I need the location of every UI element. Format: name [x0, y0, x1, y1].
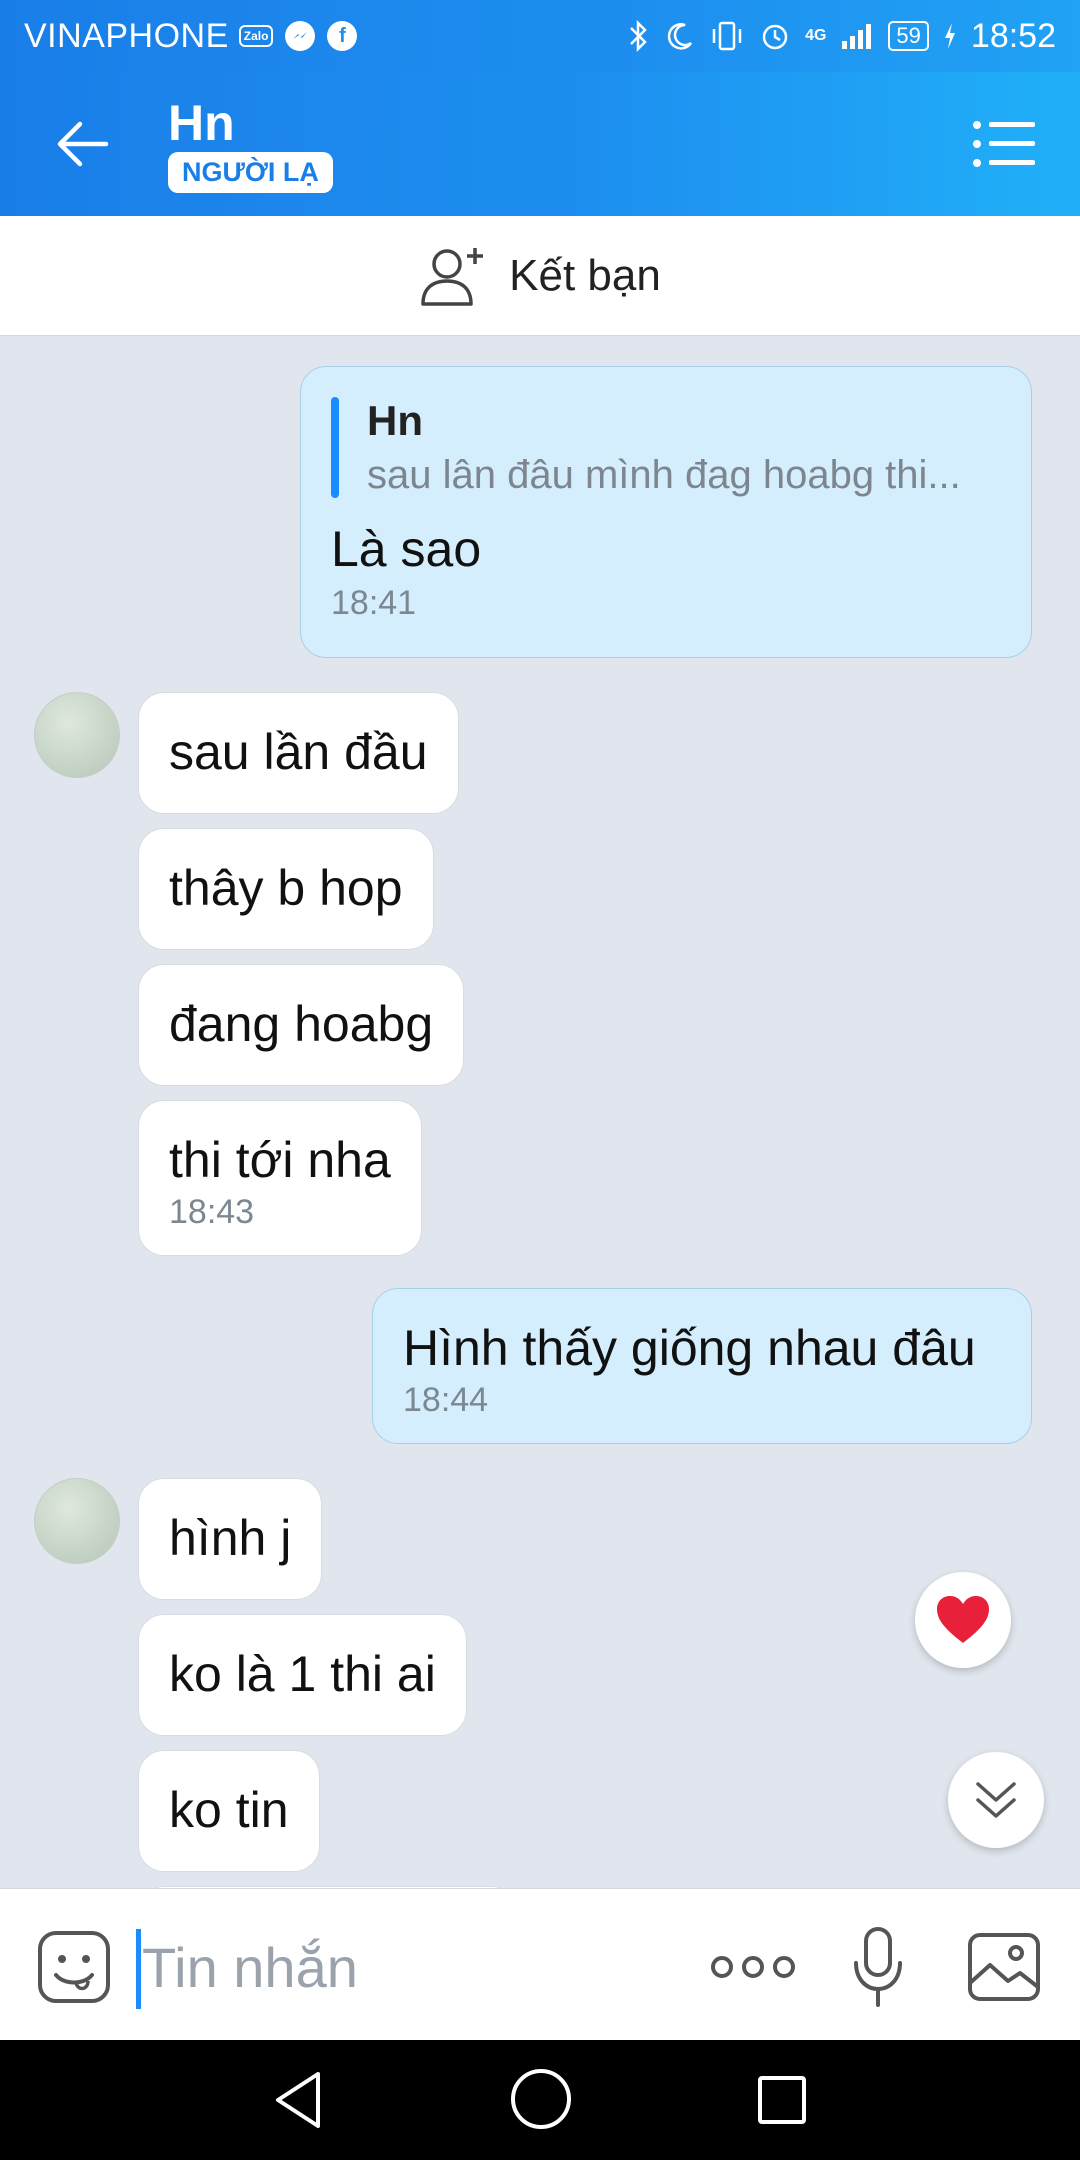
- add-friend-button[interactable]: Kết bạn: [0, 216, 1080, 336]
- ellipsis-icon: [711, 1956, 795, 1978]
- message-text: thây b hop: [169, 860, 403, 916]
- battery-level: 59: [888, 21, 929, 51]
- list-menu-icon: [973, 121, 1035, 167]
- message-text: ko là 1 thi ai: [169, 1646, 436, 1702]
- bluetooth-icon: [630, 19, 647, 53]
- smiley-icon: [38, 1931, 110, 2003]
- microphone-icon: [854, 1927, 902, 2007]
- signal-icon: [842, 24, 872, 49]
- notification-icons: Zalo f: [238, 21, 358, 51]
- quote-text: sau lân đâu mình đag hoabg thi...: [367, 453, 961, 497]
- message-text: thi tới nha: [169, 1132, 391, 1188]
- message-text: hình j: [169, 1510, 292, 1566]
- more-options-button[interactable]: [710, 1943, 796, 1991]
- quote-sender: Hn: [367, 397, 423, 444]
- message-bubble-incoming[interactable]: hình j: [138, 1478, 323, 1600]
- chat-menu-button[interactable]: [964, 108, 1044, 180]
- message-time: 18:41: [331, 584, 417, 622]
- message-bubble-incoming[interactable]: thây b hop: [138, 828, 434, 950]
- message-text: đang hoabg: [169, 996, 434, 1052]
- message-bubble-incoming[interactable]: đang hoabg: [138, 964, 465, 1086]
- image-icon: [968, 1933, 1040, 2001]
- message-text: ko tin: [169, 1782, 289, 1838]
- message-bubble-incoming[interactable]: ko tin: [138, 1750, 320, 1872]
- message-list[interactable]: Hn sau lân đâu mình đag hoabg thi... Là …: [0, 336, 1080, 1888]
- system-status-icons: 4G 59 18:52: [627, 17, 1056, 56]
- chat-header: Hn NGƯỜI LẠ: [0, 72, 1080, 216]
- facebook-notification-icon: f: [327, 21, 358, 51]
- contact-name[interactable]: Hn: [168, 94, 235, 152]
- quote-bar: [331, 397, 339, 498]
- message-bubble-incoming[interactable]: thi tới nha 18:43: [138, 1100, 422, 1256]
- message-bubble-incoming[interactable]: sau lần đầu: [138, 692, 459, 814]
- message-bubble-outgoing[interactable]: Hn sau lân đâu mình đag hoabg thi... Là …: [300, 366, 1032, 658]
- message-text: Là sao: [331, 521, 482, 577]
- zalo-notification-icon: Zalo: [238, 25, 274, 47]
- nav-recents-button[interactable]: [752, 2070, 812, 2130]
- message-input[interactable]: [142, 1925, 662, 2009]
- avatar[interactable]: [34, 1478, 120, 1564]
- system-navigation-bar: [0, 2040, 1080, 2160]
- network-type: 4G: [805, 27, 827, 44]
- message-time: 18:44: [403, 1381, 489, 1419]
- voice-message-button[interactable]: [850, 1925, 906, 2009]
- quoted-message[interactable]: Hn sau lân đâu mình đag hoabg thi...: [331, 397, 1001, 498]
- emoji-button[interactable]: [36, 1929, 112, 2005]
- avatar[interactable]: [34, 692, 120, 778]
- scroll-to-bottom-button[interactable]: [948, 1752, 1044, 1848]
- user-plus-icon: [421, 247, 484, 306]
- vibrate-icon: [712, 21, 742, 51]
- text-cursor: [136, 1929, 141, 2009]
- composer-bar: [0, 1888, 1080, 2040]
- do-not-disturb-moon-icon: [667, 23, 693, 50]
- carrier-name: VINAPHONE: [24, 16, 229, 55]
- double-chevron-down-icon: [976, 1782, 1016, 1818]
- message-bubble-outgoing[interactable]: Hình thấy giống nhau đâu 18:44: [372, 1288, 1032, 1444]
- nav-back-button[interactable]: [268, 2068, 332, 2132]
- nav-home-button[interactable]: [508, 2066, 574, 2132]
- square-recents-icon: [758, 2076, 806, 2124]
- stranger-badge: NGƯỜI LẠ: [168, 152, 333, 193]
- back-button[interactable]: [40, 108, 124, 180]
- message-bubble-incoming[interactable]: ko là 1 thi ai: [138, 1614, 467, 1736]
- message-text: sau lần đầu: [169, 724, 428, 780]
- message-time: 18:43: [169, 1193, 255, 1231]
- circle-home-icon: [511, 2069, 571, 2129]
- alarm-icon: [762, 24, 788, 50]
- messenger-notification-icon: [285, 21, 316, 51]
- status-time: 18:52: [970, 16, 1056, 55]
- add-friend-label: Kết bạn: [509, 250, 661, 300]
- arrow-left-icon: [57, 121, 109, 167]
- reaction-button[interactable]: [915, 1572, 1011, 1668]
- charging-bolt-icon: [944, 23, 955, 49]
- triangle-back-icon: [276, 2072, 320, 2128]
- heart-icon: [937, 1596, 989, 1643]
- status-bar: VINAPHONE Zalo f 4G 59 18:52: [0, 0, 1080, 72]
- send-image-button[interactable]: [966, 1929, 1042, 2005]
- message-text: Hình thấy giống nhau đâu: [403, 1320, 976, 1376]
